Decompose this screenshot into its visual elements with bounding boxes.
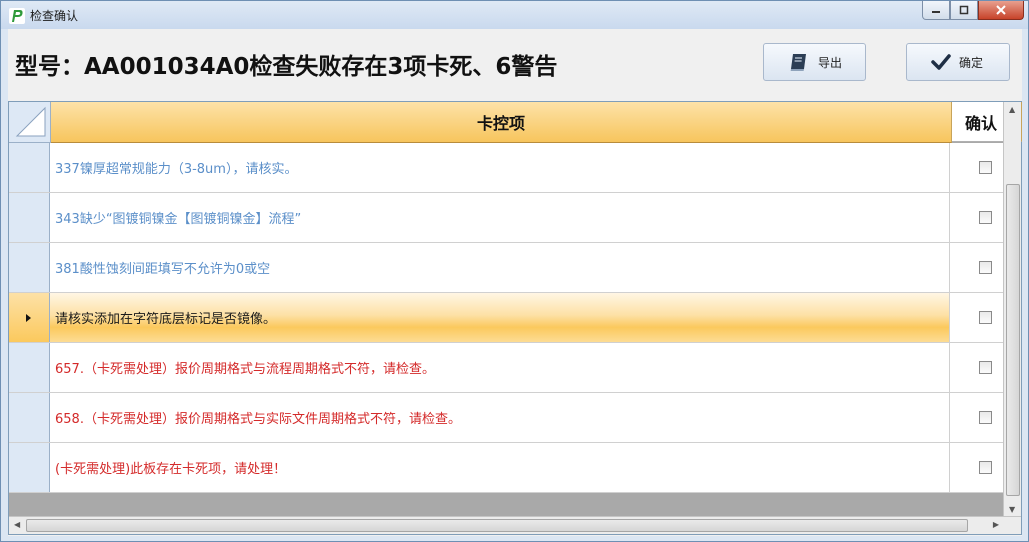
row-header[interactable] [9, 343, 50, 392]
confirm-checkbox[interactable] [978, 461, 992, 474]
close-icon [996, 5, 1006, 15]
confirm-checkbox[interactable] [978, 311, 992, 324]
check-item-text[interactable]: 381酸性蚀刻间距填写不允许为0或空 [50, 243, 950, 292]
window-title: 检查确认 [30, 9, 79, 23]
confirm-button[interactable]: 确定 [906, 43, 1010, 81]
check-item-text[interactable]: 337镍厚超常规能力（3-8um），请核实。 [50, 143, 950, 192]
row-header[interactable] [9, 443, 50, 492]
dialog-window: 检查确认 型号：AA001034A0检查失败存在3项卡死、6警告 导出 确定 卡… [0, 0, 1029, 542]
select-all-corner[interactable] [9, 102, 51, 143]
dialog-body: 型号：AA001034A0检查失败存在3项卡死、6警告 导出 确定 卡控项 确认… [8, 29, 1022, 536]
table-row[interactable]: 请核实添加在字符底层标记是否镜像。 [9, 293, 1020, 343]
table-row[interactable]: 343缺少“图镀铜镍金【图镀铜镍金】流程” [9, 193, 1020, 243]
check-item-text[interactable]: 658.（卡死需处理）报价周期格式与实际文件周期格式不符，请检查。 [50, 393, 950, 442]
confirm-checkbox[interactable] [978, 411, 992, 424]
maximize-button[interactable] [950, 1, 978, 20]
column-header-item-label: 卡控项 [476, 114, 525, 133]
table-row[interactable]: 381酸性蚀刻间距填写不允许为0或空 [9, 243, 1020, 293]
vertical-scrollbar[interactable]: ▲ ▼ [1003, 102, 1021, 517]
grid-rows: 337镍厚超常规能力（3-8um），请核实。 343缺少“图镀铜镍金【图镀铜镍金… [9, 143, 1020, 493]
scroll-up-icon[interactable]: ▲ [1009, 105, 1015, 114]
check-item-text[interactable]: 657.（卡死需处理）报价周期格式与流程周期格式不符，请检查。 [50, 343, 950, 392]
export-button[interactable]: 导出 [763, 43, 866, 81]
check-items-grid: 卡控项 确认 337镍厚超常规能力（3-8um），请核实。 343缺少“图镀铜镍… [8, 101, 1022, 535]
header-panel: 型号：AA001034A0检查失败存在3项卡死、6警告 导出 确定 [8, 29, 1022, 101]
current-row-arrow-icon [26, 313, 31, 322]
export-label: 导出 [818, 55, 843, 70]
confirm-label: 确定 [959, 55, 984, 70]
minimize-button[interactable] [922, 1, 950, 20]
close-button[interactable] [978, 1, 1024, 20]
vertical-scroll-thumb[interactable] [1006, 184, 1020, 496]
row-header[interactable] [9, 393, 50, 442]
scroll-down-icon[interactable]: ▼ [1009, 505, 1015, 514]
app-logo-icon [9, 8, 25, 24]
table-row[interactable]: 658.（卡死需处理）报价周期格式与实际文件周期格式不符，请检查。 [9, 393, 1020, 443]
confirm-checkbox[interactable] [978, 361, 992, 374]
corner-triangle-icon [15, 106, 46, 137]
check-item-text[interactable]: (卡死需处理)此板存在卡死项，请处理！ [50, 443, 950, 492]
table-row[interactable]: (卡死需处理)此板存在卡死项，请处理！ [9, 443, 1020, 493]
column-header-confirm-label: 确认 [965, 113, 998, 133]
book-icon [790, 54, 806, 71]
column-header-item[interactable]: 卡控项 [51, 102, 952, 143]
minimize-icon [932, 11, 940, 13]
row-header[interactable] [9, 193, 50, 242]
check-item-text[interactable]: 请核实添加在字符底层标记是否镜像。 [50, 293, 950, 342]
window-controls [922, 1, 1024, 21]
confirm-checkbox[interactable] [978, 211, 992, 224]
page-title: 型号：AA001034A0检查失败存在3项卡死、6警告 [15, 54, 558, 80]
scroll-right-icon[interactable]: ▶ [993, 520, 999, 529]
confirm-checkbox[interactable] [978, 161, 992, 174]
title-bar[interactable]: 检查确认 [1, 1, 1028, 29]
row-header[interactable] [9, 243, 50, 292]
row-header[interactable] [9, 143, 50, 192]
grid-header: 卡控项 确认 [9, 102, 1022, 143]
table-row[interactable]: 657.（卡死需处理）报价周期格式与流程周期格式不符，请检查。 [9, 343, 1020, 393]
check-item-text[interactable]: 343缺少“图镀铜镍金【图镀铜镍金】流程” [50, 193, 950, 242]
scroll-left-icon[interactable]: ◀ [14, 520, 20, 529]
horizontal-scrollbar[interactable]: ◀ ▶ [9, 516, 1021, 534]
table-row[interactable]: 337镍厚超常规能力（3-8um），请核实。 [9, 143, 1020, 193]
horizontal-scroll-thumb[interactable] [26, 519, 968, 532]
maximize-icon [959, 5, 969, 15]
checkmark-icon [931, 54, 951, 70]
row-header[interactable] [9, 293, 50, 342]
confirm-checkbox[interactable] [978, 261, 992, 274]
